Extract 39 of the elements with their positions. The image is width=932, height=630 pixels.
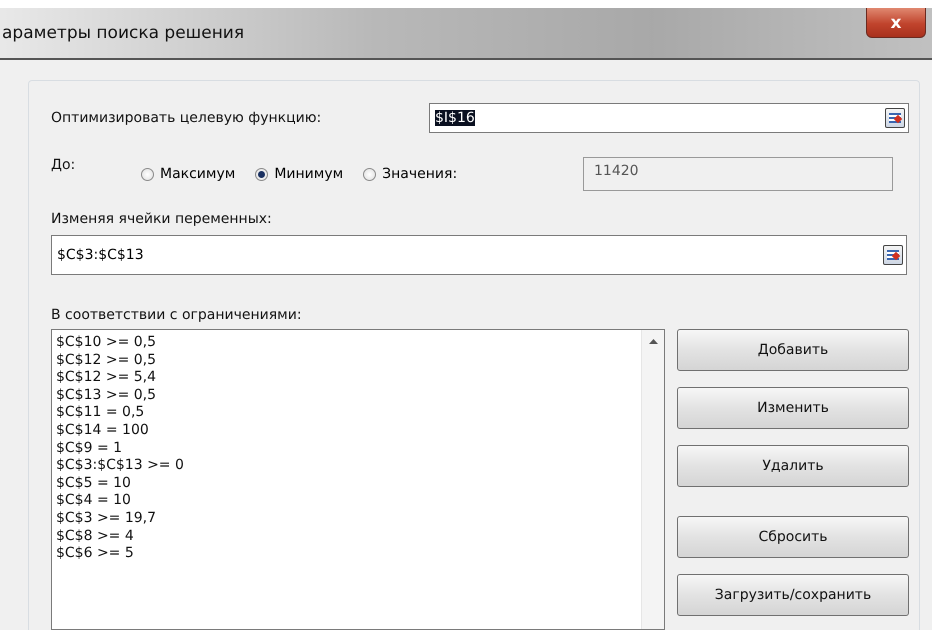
constraint-item[interactable]: $C$3 >= 19,7 bbox=[56, 510, 637, 528]
window-title: араметры поиска решения bbox=[1, 23, 244, 43]
scroll-up-icon[interactable] bbox=[648, 339, 658, 344]
constraint-item[interactable]: $C$6 >= 5 bbox=[56, 545, 637, 563]
constraint-item[interactable]: $C$12 >= 0,5 bbox=[56, 352, 637, 370]
radio-button[interactable] bbox=[255, 168, 268, 180]
objective-value: $I$16 bbox=[435, 110, 475, 126]
dialog-button[interactable]: Сбросить bbox=[677, 516, 909, 558]
variables-value: $C$3:$C$13 bbox=[57, 247, 144, 263]
close-button[interactable]: x bbox=[866, 8, 926, 38]
dialog-button[interactable]: Изменить bbox=[677, 387, 909, 429]
constraints-list[interactable]: $C$10 >= 0,5 $C$12 >= 0,5 $C$12 >= 5,4 $C$13 >= 0,5 $C$11 = 0,5 $C$14 = 100 $C$9 = 1 $C$3:$C$13 >= 0 $C$5 = 10 $C$4 = 10 $C$3 >= 19,7 $C$8 >= 4 $C$6 >= 5 bbox=[51, 329, 665, 630]
radio-label[interactable]: Максимум bbox=[160, 166, 236, 182]
range-select-icon[interactable] bbox=[885, 108, 905, 128]
radio-label[interactable]: Значения: bbox=[382, 166, 458, 182]
constraint-item[interactable]: $C$4 = 10 bbox=[56, 492, 637, 510]
constraint-item[interactable]: $C$11 = 0,5 bbox=[56, 404, 637, 422]
constraint-item[interactable]: $C$10 >= 0,5 bbox=[56, 334, 637, 352]
constraint-item[interactable]: $C$5 = 10 bbox=[56, 474, 637, 492]
constraint-item[interactable]: $C$14 = 100 bbox=[56, 422, 637, 440]
radio-button[interactable] bbox=[363, 168, 376, 180]
objective-field[interactable]: $I$16 bbox=[429, 103, 909, 133]
radio-button[interactable] bbox=[141, 168, 154, 180]
constraint-item[interactable]: $C$9 = 1 bbox=[56, 440, 637, 458]
constraint-item[interactable]: $C$12 >= 5,4 bbox=[56, 369, 637, 387]
dialog-button[interactable]: Добавить bbox=[677, 329, 909, 371]
variables-label: Изменяя ячейки переменных: bbox=[51, 211, 273, 227]
constraint-item[interactable]: $C$8 >= 4 bbox=[56, 528, 637, 546]
constraint-item[interactable]: $C$13 >= 0,5 bbox=[56, 386, 637, 404]
objective-label: Оптимизировать целевую функцию: bbox=[51, 110, 322, 126]
dialog-button[interactable]: Загрузить/сохранить bbox=[677, 574, 909, 616]
to-label: До: bbox=[51, 157, 76, 173]
radio-label[interactable]: Минимум bbox=[274, 166, 344, 182]
dialog-button[interactable]: Удалить bbox=[677, 445, 909, 487]
range-select-icon[interactable] bbox=[883, 245, 903, 265]
constraints-label: В соответствии с ограничениями: bbox=[51, 307, 303, 323]
variables-field[interactable]: $C$3:$C$13 bbox=[51, 235, 907, 275]
scrollbar[interactable] bbox=[641, 330, 664, 629]
constraint-item[interactable]: $C$3:$C$13 >= 0 bbox=[56, 457, 637, 475]
